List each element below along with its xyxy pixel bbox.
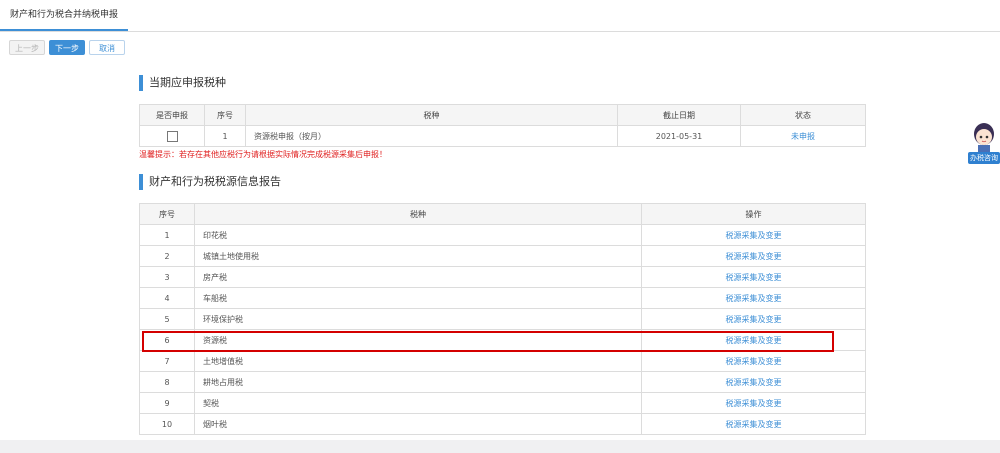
current-tax-table: 是否申报 序号 税种 截止日期 状态 1 资源税申报（按月） 2021-05-3…	[139, 104, 866, 147]
table-row: 1 资源税申报（按月） 2021-05-31 未申报	[139, 125, 866, 147]
tax-name: 房产税	[194, 266, 642, 288]
row-index: 8	[139, 371, 195, 393]
column-header: 操作	[641, 203, 866, 225]
tax-name: 城镇土地使用税	[194, 245, 642, 267]
tax-name: 耕地占用税	[194, 371, 642, 393]
table-row: 2 城镇土地使用税 税源采集及变更	[139, 245, 866, 267]
tax-source-action-link[interactable]: 税源采集及变更	[641, 266, 866, 288]
table-row: 5 环境保护税 税源采集及变更	[139, 308, 866, 330]
table-row: 10 烟叶税 税源采集及变更	[139, 413, 866, 435]
column-header: 税种	[245, 104, 618, 126]
column-header: 状态	[740, 104, 866, 126]
table-row: 4 车船税 税源采集及变更	[139, 287, 866, 309]
row-index: 2	[139, 245, 195, 267]
assistant-avatar-icon	[974, 123, 994, 154]
tax-name: 资源税申报（按月）	[245, 125, 618, 147]
tax-name: 资源税	[194, 329, 642, 351]
tax-source-action-link[interactable]: 税源采集及变更	[641, 224, 866, 246]
next-step-button[interactable]: 下一步	[49, 40, 85, 55]
row-index: 5	[139, 308, 195, 330]
row-index: 1	[139, 224, 195, 246]
tax-name: 印花税	[194, 224, 642, 246]
table-row: 9 契税 税源采集及变更	[139, 392, 866, 414]
row-index: 6	[139, 329, 195, 351]
tax-name: 车船税	[194, 287, 642, 309]
table-header-row: 是否申报 序号 税种 截止日期 状态	[139, 104, 866, 126]
declare-checkbox[interactable]	[166, 130, 178, 142]
tax-name: 契税	[194, 392, 642, 414]
warning-text: 温馨提示：若存在其他应税行为请根据实际情况完成税源采集后申报！	[139, 150, 387, 159]
row-index: 4	[139, 287, 195, 309]
column-header: 税种	[194, 203, 642, 225]
section-title-tax-source-report: 财产和行为税税源信息报告	[139, 174, 281, 190]
assistant-label: 办税咨询	[968, 152, 1000, 164]
row-index: 1	[204, 125, 246, 147]
tax-assistant-widget[interactable]: 办税咨询	[968, 120, 1000, 170]
table-row: 6 资源税 税源采集及变更	[139, 329, 866, 351]
tax-source-action-link[interactable]: 税源采集及变更	[641, 371, 866, 393]
column-header: 序号	[204, 104, 246, 126]
deadline: 2021-05-31	[617, 125, 741, 147]
tax-name: 土地增值税	[194, 350, 642, 372]
tax-source-action-link[interactable]: 税源采集及变更	[641, 287, 866, 309]
column-header: 是否申报	[139, 104, 205, 126]
tax-source-action-link[interactable]: 税源采集及变更	[641, 413, 866, 435]
section-title-current-taxes: 当期应申报税种	[139, 75, 226, 91]
table-row: 3 房产税 税源采集及变更	[139, 266, 866, 288]
tax-source-action-link[interactable]: 税源采集及变更	[641, 245, 866, 267]
row-index: 3	[139, 266, 195, 288]
tax-source-action-link[interactable]: 税源采集及变更	[641, 350, 866, 372]
table-row: 1 印花税 税源采集及变更	[139, 224, 866, 246]
tab-bar: 财产和行为税合并纳税申报	[0, 0, 1000, 32]
status-link[interactable]: 未申报	[740, 125, 866, 147]
footer-bar	[0, 440, 1000, 453]
column-header: 截止日期	[617, 104, 741, 126]
table-row: 8 耕地占用税 税源采集及变更	[139, 371, 866, 393]
row-index: 10	[139, 413, 195, 435]
cancel-button[interactable]: 取消	[89, 40, 125, 55]
tax-source-action-link[interactable]: 税源采集及变更	[641, 392, 866, 414]
row-index: 9	[139, 392, 195, 414]
prev-step-button[interactable]: 上一步	[9, 40, 45, 55]
tax-name: 烟叶税	[194, 413, 642, 435]
table-header-row: 序号 税种 操作	[139, 203, 866, 225]
row-index: 7	[139, 350, 195, 372]
tax-name: 环境保护税	[194, 308, 642, 330]
tab-tax-declaration[interactable]: 财产和行为税合并纳税申报	[0, 0, 128, 31]
tax-source-action-link[interactable]: 税源采集及变更	[641, 329, 866, 351]
tax-source-table: 序号 税种 操作 1 印花税 税源采集及变更 2 城镇土地使用税 税源采集及变更…	[139, 203, 866, 435]
declare-checkbox-cell	[139, 125, 205, 147]
column-header: 序号	[139, 203, 195, 225]
table-row: 7 土地增值税 税源采集及变更	[139, 350, 866, 372]
tax-source-action-link[interactable]: 税源采集及变更	[641, 308, 866, 330]
